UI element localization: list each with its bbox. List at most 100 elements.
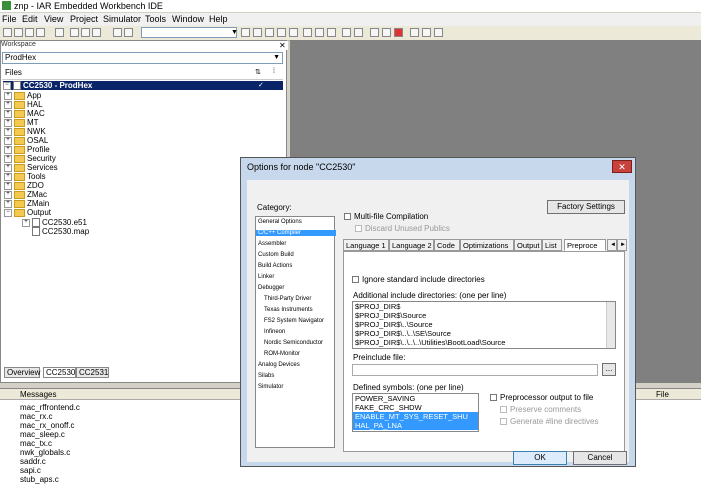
configuration-select[interactable]: ProdHex ▼	[2, 52, 283, 64]
message-line[interactable]: stub_aps.c	[20, 475, 59, 484]
include-dirs-scrollbar[interactable]	[606, 302, 615, 348]
message-line[interactable]: mac_tx.c	[20, 439, 52, 448]
tab-code[interactable]: Code	[434, 239, 460, 251]
expand-icon[interactable]: +	[4, 109, 12, 118]
expand-icon[interactable]: +	[4, 172, 12, 181]
discard-unused-checkbox[interactable]	[355, 225, 362, 233]
tab-overview[interactable]: Overview	[4, 367, 40, 378]
category-subitem[interactable]: Texas Instruments	[264, 307, 313, 313]
tree-item-services[interactable]: + Services	[4, 163, 58, 172]
preproc-output-checkbox[interactable]	[490, 394, 497, 402]
category-item-selected[interactable]: C/C++ Compiler	[256, 230, 336, 236]
expand-icon[interactable]: +	[4, 136, 12, 145]
tree-item-tools[interactable]: + Tools	[4, 172, 46, 181]
undo-icon[interactable]	[113, 28, 122, 37]
category-item[interactable]: Analog Devices	[258, 362, 300, 368]
message-line[interactable]: mac_rx.c	[20, 412, 52, 421]
category-subitem[interactable]: FS2 System Navigator	[264, 318, 324, 324]
discard-unused-row[interactable]: Discard Unused Publics	[355, 224, 450, 233]
message-line[interactable]: nwk_globals.c	[20, 448, 70, 457]
close-icon[interactable]: ✕	[612, 160, 632, 173]
menu-window[interactable]: Window	[172, 14, 204, 24]
include-dirs-textarea[interactable]: $PROJ_DIR$ $PROJ_DIR$\Source $PROJ_DIR$\…	[352, 301, 616, 349]
tree-item-output[interactable]: − Output	[4, 208, 51, 217]
category-item[interactable]: Simulator	[258, 384, 283, 390]
compile-icon[interactable]	[342, 28, 351, 37]
category-item[interactable]: Linker	[258, 274, 274, 280]
category-item[interactable]: Custom Build	[258, 252, 294, 258]
tree-item-zmac[interactable]: + ZMac	[4, 190, 47, 199]
tree-item-zmain[interactable]: + ZMain	[4, 199, 49, 208]
menu-edit[interactable]: Edit	[22, 14, 38, 24]
category-item[interactable]: General Options	[258, 219, 302, 225]
tab-optimizations[interactable]: Optimizations	[460, 239, 514, 251]
print-icon[interactable]	[55, 28, 64, 37]
tree-item-map[interactable]: CC2530.map	[32, 227, 89, 237]
category-item[interactable]: Debugger	[258, 285, 284, 291]
debug-icon[interactable]	[370, 28, 379, 37]
cut-icon[interactable]	[70, 28, 79, 37]
preproc-output-row[interactable]: Preprocessor output to file	[490, 393, 593, 402]
ignore-std-checkbox[interactable]	[352, 276, 359, 284]
run-icon[interactable]	[434, 28, 443, 37]
tree-item-osal[interactable]: + OSAL	[4, 136, 48, 145]
tree-item-mac[interactable]: + MAC	[4, 109, 45, 118]
tab-language1[interactable]: Language 1	[343, 239, 389, 251]
multi-file-row[interactable]: Multi-file Compilation	[344, 212, 428, 221]
save-icon[interactable]	[25, 28, 34, 37]
make-icon[interactable]	[354, 28, 363, 37]
message-line[interactable]: sapi.c	[20, 466, 41, 475]
preserve-comments-checkbox[interactable]	[500, 406, 507, 414]
nav-back-icon[interactable]	[315, 28, 324, 37]
preserve-comments-row[interactable]: Preserve comments	[500, 405, 581, 414]
menu-tools[interactable]: Tools	[145, 14, 166, 24]
save-all-icon[interactable]	[36, 28, 45, 37]
expand-icon[interactable]: +	[4, 199, 12, 208]
open-icon[interactable]	[14, 28, 23, 37]
expand-icon[interactable]: +	[4, 163, 12, 172]
breakpoint-icon[interactable]	[394, 28, 403, 37]
tree-item-app[interactable]: + App	[4, 91, 41, 100]
message-line[interactable]: mac_rx_onoff.c	[20, 421, 75, 430]
preinclude-input[interactable]	[352, 364, 598, 376]
message-line[interactable]: mac_rffrontend.c	[20, 403, 80, 412]
factory-settings-button[interactable]: Factory Settings	[547, 200, 625, 214]
tree-item-hal[interactable]: + HAL	[4, 100, 43, 109]
tab-cc2530[interactable]: CC2530	[43, 367, 76, 378]
browse-button[interactable]: ...	[602, 363, 616, 376]
category-item[interactable]: Silabs	[258, 373, 274, 379]
menu-help[interactable]: Help	[209, 14, 228, 24]
menu-project[interactable]: Project	[70, 14, 98, 24]
menu-simulator[interactable]: Simulator	[103, 14, 141, 24]
new-icon[interactable]	[3, 28, 12, 37]
download-icon[interactable]	[410, 28, 419, 37]
tree-root[interactable]: − CC2530 - ProdHex ✓	[3, 81, 283, 91]
cancel-button[interactable]: Cancel	[573, 451, 627, 465]
expand-icon[interactable]: +	[4, 154, 12, 163]
bookmark-icon[interactable]	[303, 28, 312, 37]
find-icon[interactable]	[241, 28, 250, 37]
menu-view[interactable]: View	[44, 14, 63, 24]
ok-button[interactable]: OK	[513, 451, 567, 465]
expand-icon[interactable]: +	[4, 127, 12, 136]
tab-cc2531[interactable]: CC2531	[76, 367, 109, 378]
nav-forward-icon[interactable]	[327, 28, 336, 37]
tree-item-zdo[interactable]: + ZDO	[4, 181, 44, 190]
copy-icon[interactable]	[81, 28, 90, 37]
find-combo[interactable]	[141, 27, 237, 38]
replace-icon[interactable]	[277, 28, 286, 37]
options-icon[interactable]: ⁞	[273, 68, 275, 75]
paste-icon[interactable]	[92, 28, 101, 37]
find-prev-icon[interactable]	[265, 28, 274, 37]
close-icon[interactable]: ✕	[279, 41, 286, 50]
expand-icon[interactable]: +	[22, 218, 30, 227]
message-line[interactable]: mac_sleep.c	[20, 430, 65, 439]
category-subitem[interactable]: Nordic Semiconductor	[264, 340, 323, 346]
category-list[interactable]: General Options C/C++ Compiler Assembler…	[255, 216, 336, 448]
category-item[interactable]: Build Actions	[258, 263, 292, 269]
chevron-down-icon[interactable]: ▼	[273, 54, 280, 61]
goto-icon[interactable]	[289, 28, 298, 37]
chevron-down-icon[interactable]: ▼	[231, 29, 238, 36]
expand-icon[interactable]: +	[4, 145, 12, 154]
category-subitem[interactable]: Infineon	[264, 329, 285, 335]
